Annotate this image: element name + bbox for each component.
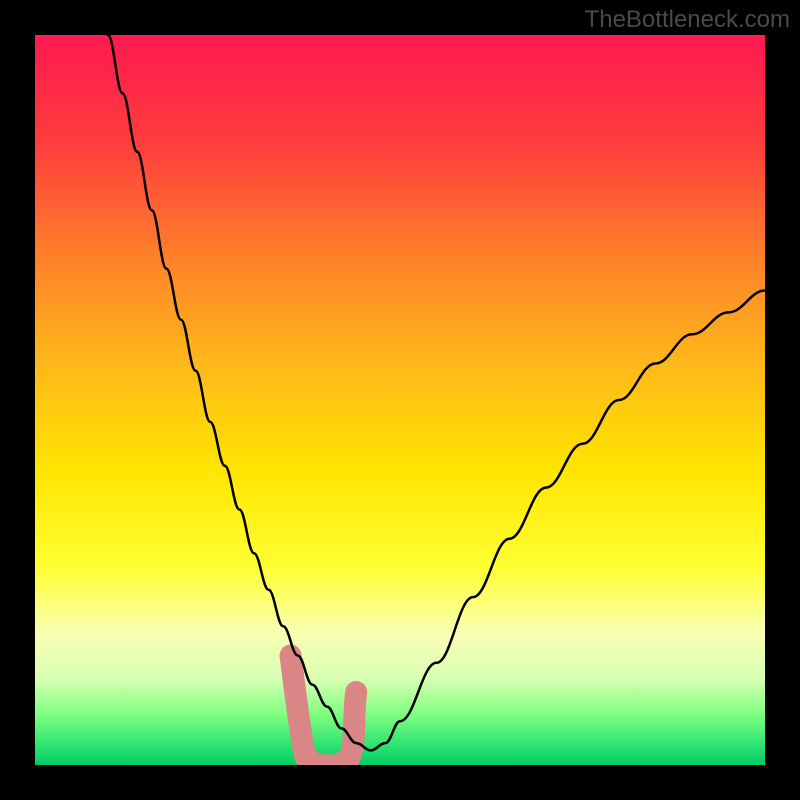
watermark-text: TheBottleneck.com (585, 6, 790, 34)
chart-background (35, 35, 765, 765)
chart-svg (35, 35, 765, 765)
chart-plot-area (35, 35, 765, 765)
